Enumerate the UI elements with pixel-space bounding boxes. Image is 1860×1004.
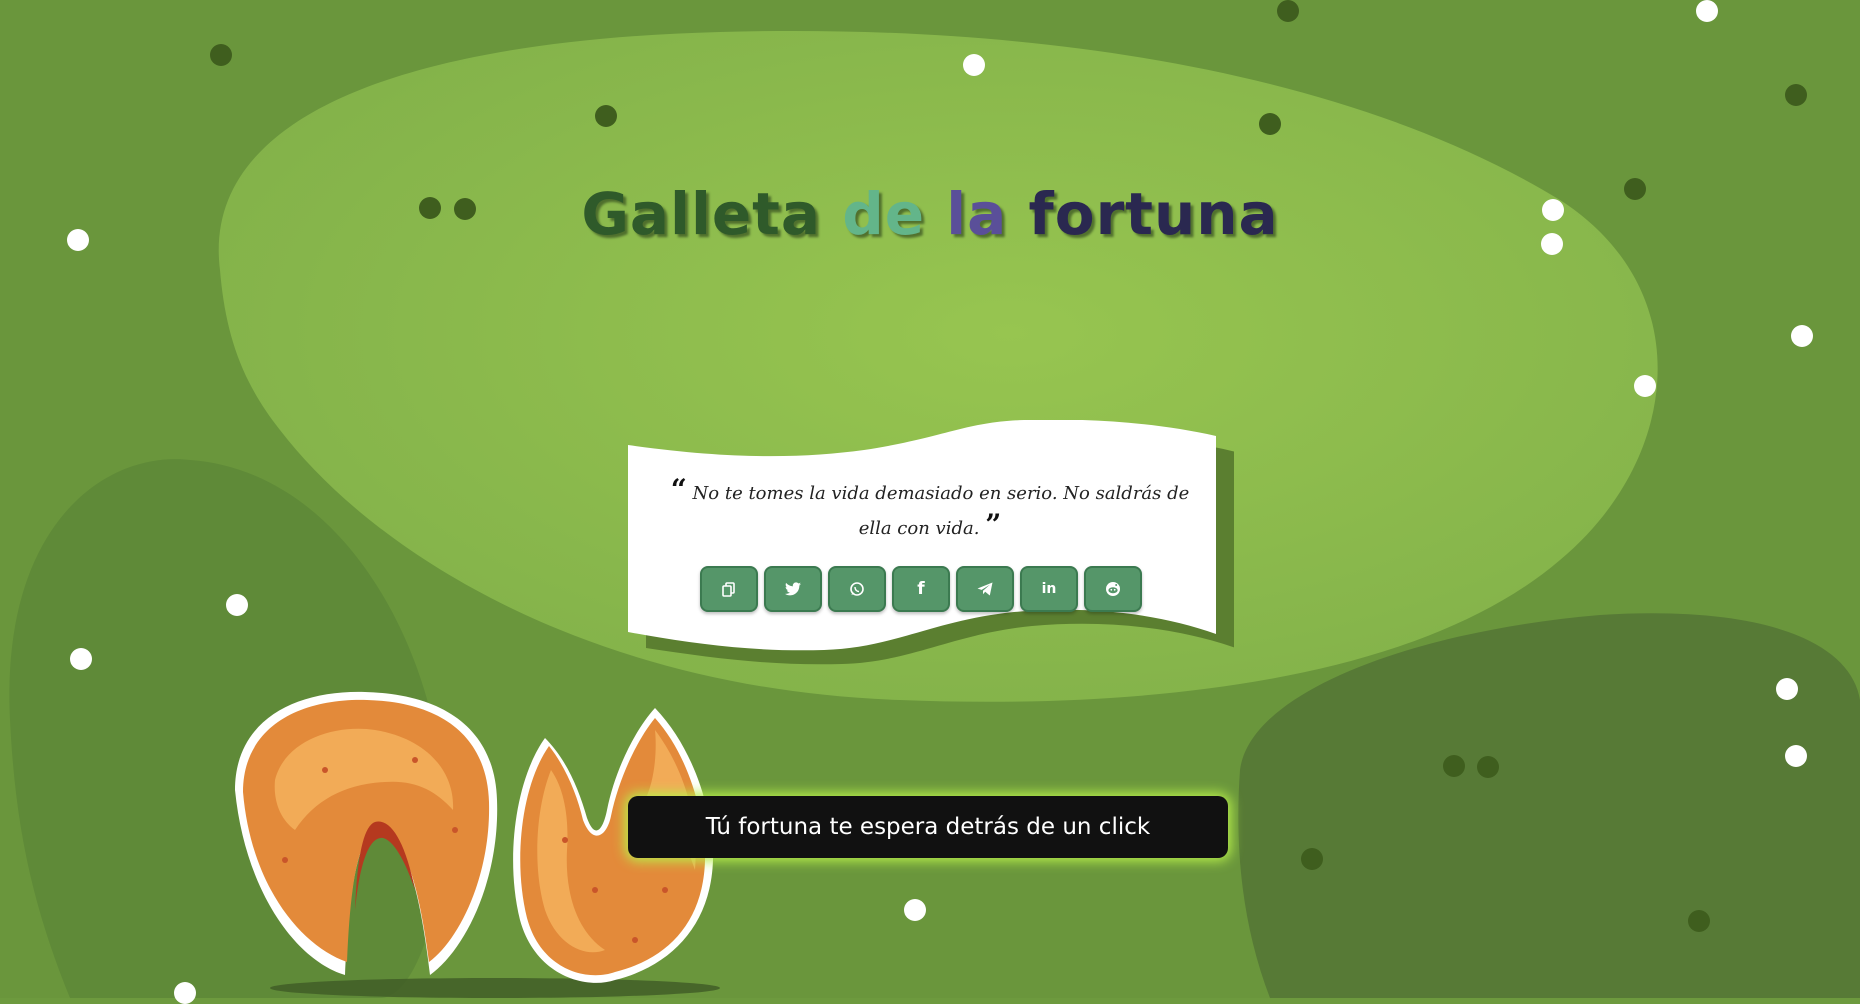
share-twitter-button[interactable] (764, 566, 822, 612)
share-facebook-button[interactable]: f (892, 566, 950, 612)
fortune-quote: “ No te tomes la vida demasiado en serio… (660, 474, 1200, 544)
quote-text: No te tomes la vida demasiado en serio. … (692, 483, 1190, 539)
share-whatsapp-button[interactable] (828, 566, 886, 612)
copy-icon (722, 582, 735, 597)
share-linkedin-button[interactable]: in (1020, 566, 1078, 612)
title-word: de (842, 180, 926, 248)
title-word: la (946, 180, 1008, 248)
share-reddit-button[interactable] (1084, 566, 1142, 612)
open-quote-icon: “ (670, 473, 687, 506)
share-telegram-button[interactable] (956, 566, 1014, 612)
telegram-icon (977, 582, 993, 596)
twitter-icon (785, 582, 801, 596)
whatsapp-icon (850, 582, 864, 596)
share-buttons: f in (700, 566, 1160, 616)
open-fortune-button[interactable]: Tú fortuna te espera detrás de un click (628, 796, 1228, 858)
linkedin-icon: in (1041, 581, 1057, 597)
title-word: Galleta (581, 180, 822, 248)
reddit-icon (1106, 582, 1120, 596)
title-word: fortuna (1028, 180, 1279, 248)
facebook-icon: f (917, 579, 925, 599)
page-title: Galleta de la fortuna (0, 180, 1860, 248)
cta-label: Tú fortuna te espera detrás de un click (705, 814, 1151, 840)
copy-button[interactable] (700, 566, 758, 612)
close-quote-icon: ” (985, 508, 1002, 541)
